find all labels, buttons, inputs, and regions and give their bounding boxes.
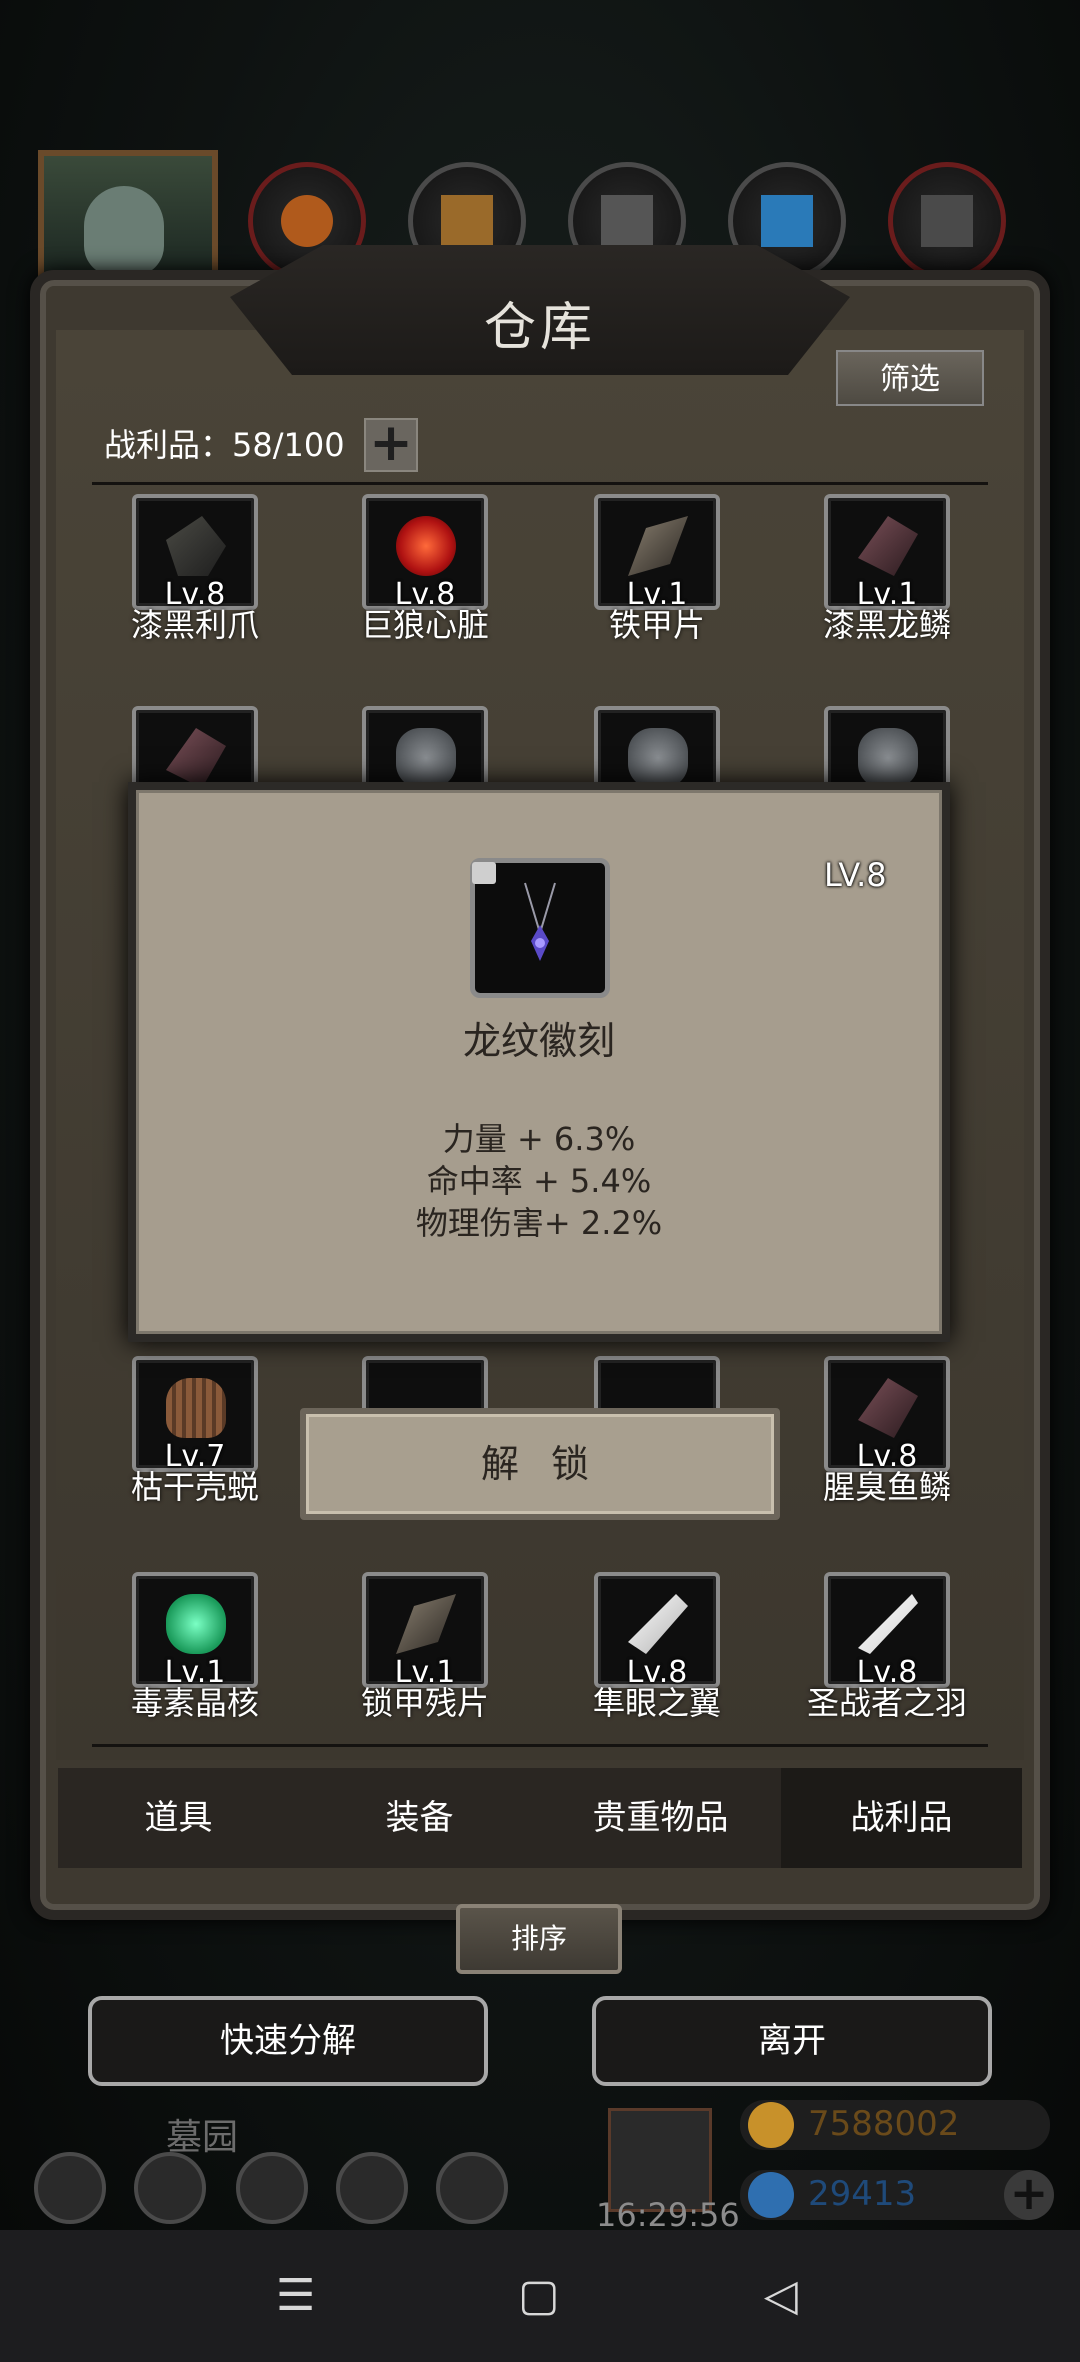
item-detail-name: 龙纹徽刻: [462, 1019, 615, 1063]
item-name: 毒素晶核: [130, 1684, 259, 1722]
item-slot[interactable]: Lv.8: [132, 494, 258, 612]
wing-icon: [628, 1594, 688, 1654]
category-tabs: 道具 装备 贵重物品 战利品: [58, 1768, 1022, 1868]
handshake-icon[interactable]: [436, 2152, 508, 2224]
item-slot[interactable]: Lv.8: [824, 1356, 950, 1474]
item-slot[interactable]: Lv.8: [594, 1572, 720, 1690]
item-slot[interactable]: Lv.8: [362, 494, 488, 612]
portrait-face: [84, 186, 164, 276]
armor-shard-icon: [628, 516, 688, 576]
tab-items[interactable]: 道具: [58, 1768, 299, 1868]
bottom-divider: [92, 1744, 988, 1747]
item-stat: 物理伤害+ 2.2%: [415, 1204, 663, 1242]
page-title: 仓库: [483, 298, 596, 358]
fish-scale-icon: [858, 1378, 918, 1438]
add-gems-button[interactable]: +: [1004, 2170, 1054, 2220]
item-name: 隼眼之翼: [592, 1684, 721, 1722]
clock: 16:29:56: [596, 2196, 740, 2234]
item-name: 铁甲片: [608, 606, 705, 644]
gem-icon: [748, 2172, 794, 2218]
item-slot[interactable]: Lv.7: [132, 1356, 258, 1474]
loot-count: 战利品：58/100: [104, 420, 345, 466]
item-name: 巨狼心脏: [360, 606, 489, 644]
claw-icon: [166, 516, 226, 576]
quick-decompose-button[interactable]: 快速分解: [88, 1996, 488, 2086]
item-slot[interactable]: Lv.1: [362, 1572, 488, 1690]
item-name: 锁甲残片: [360, 1684, 489, 1722]
menu-icon[interactable]: ☰: [276, 2270, 315, 2321]
crystal-icon: [166, 1594, 226, 1654]
settings-icon[interactable]: [34, 2152, 106, 2224]
scale-icon: [166, 728, 226, 788]
gold-value: 7588002: [808, 2104, 960, 2144]
star-icon[interactable]: [134, 2152, 206, 2224]
player-portrait[interactable]: [38, 150, 218, 290]
character-emblem-icon: [761, 195, 813, 247]
item-name: 圣战者之羽: [806, 1684, 967, 1722]
scale-icon: [858, 516, 918, 576]
item-name: 腥臭鱼鳞: [822, 1468, 951, 1506]
filter-button[interactable]: 筛选: [836, 350, 984, 406]
gold-counter: 7588002: [740, 2100, 1050, 2150]
item-slot[interactable]: Lv.1: [594, 494, 720, 612]
loot-count-value: 58/100: [232, 426, 345, 464]
character-emblem-icon: [441, 195, 493, 247]
item-slot[interactable]: Lv.8: [824, 1572, 950, 1690]
item-name: 漆黑龙鳞: [822, 606, 951, 644]
expand-capacity-button[interactable]: +: [364, 417, 418, 472]
tab-equipment[interactable]: 装备: [299, 1768, 540, 1868]
item-detail-level: LV.8: [824, 856, 887, 894]
character-slot-5[interactable]: [888, 162, 1006, 280]
item-stat: 力量 + 6.3%: [442, 1120, 636, 1158]
item-slot[interactable]: Lv.1: [132, 1572, 258, 1690]
feather-icon: [858, 1594, 918, 1654]
system-navigation-bar: ☰ ▢ ◁: [0, 2230, 1080, 2362]
character-emblem-icon: [921, 195, 973, 247]
loot-count-label: 战利品：: [104, 426, 233, 464]
character-emblem-icon: [601, 195, 653, 247]
scroll-icon[interactable]: [236, 2152, 308, 2224]
item-slot[interactable]: Lv.1: [824, 494, 950, 612]
back-icon[interactable]: ◁: [764, 2270, 798, 2321]
chain-shard-icon: [396, 1594, 456, 1654]
mask-icon: [628, 728, 688, 788]
home-icon[interactable]: ▢: [518, 2270, 560, 2321]
sort-button[interactable]: 排序: [456, 1904, 622, 1974]
tab-loot[interactable]: 战利品: [781, 1768, 1022, 1868]
tab-valuables[interactable]: 贵重物品: [540, 1768, 781, 1868]
item-stat: 命中率 + 5.4%: [426, 1162, 652, 1200]
unlock-button[interactable]: 解 锁: [300, 1408, 780, 1520]
character-emblem-icon: [281, 195, 333, 247]
mask-icon: [858, 728, 918, 788]
item-name: 枯干壳蜕: [130, 1468, 259, 1506]
gem-value: 29413: [808, 2174, 917, 2214]
item-name: 漆黑利爪: [130, 606, 259, 644]
gold-coin-icon: [748, 2102, 794, 2148]
heart-icon: [396, 516, 456, 576]
mail-icon[interactable]: [336, 2152, 408, 2224]
shell-icon: [166, 1378, 226, 1438]
top-divider: [92, 482, 988, 485]
leave-button[interactable]: 离开: [592, 1996, 992, 2086]
lock-icon: [472, 862, 496, 884]
mask-icon: [396, 728, 456, 788]
